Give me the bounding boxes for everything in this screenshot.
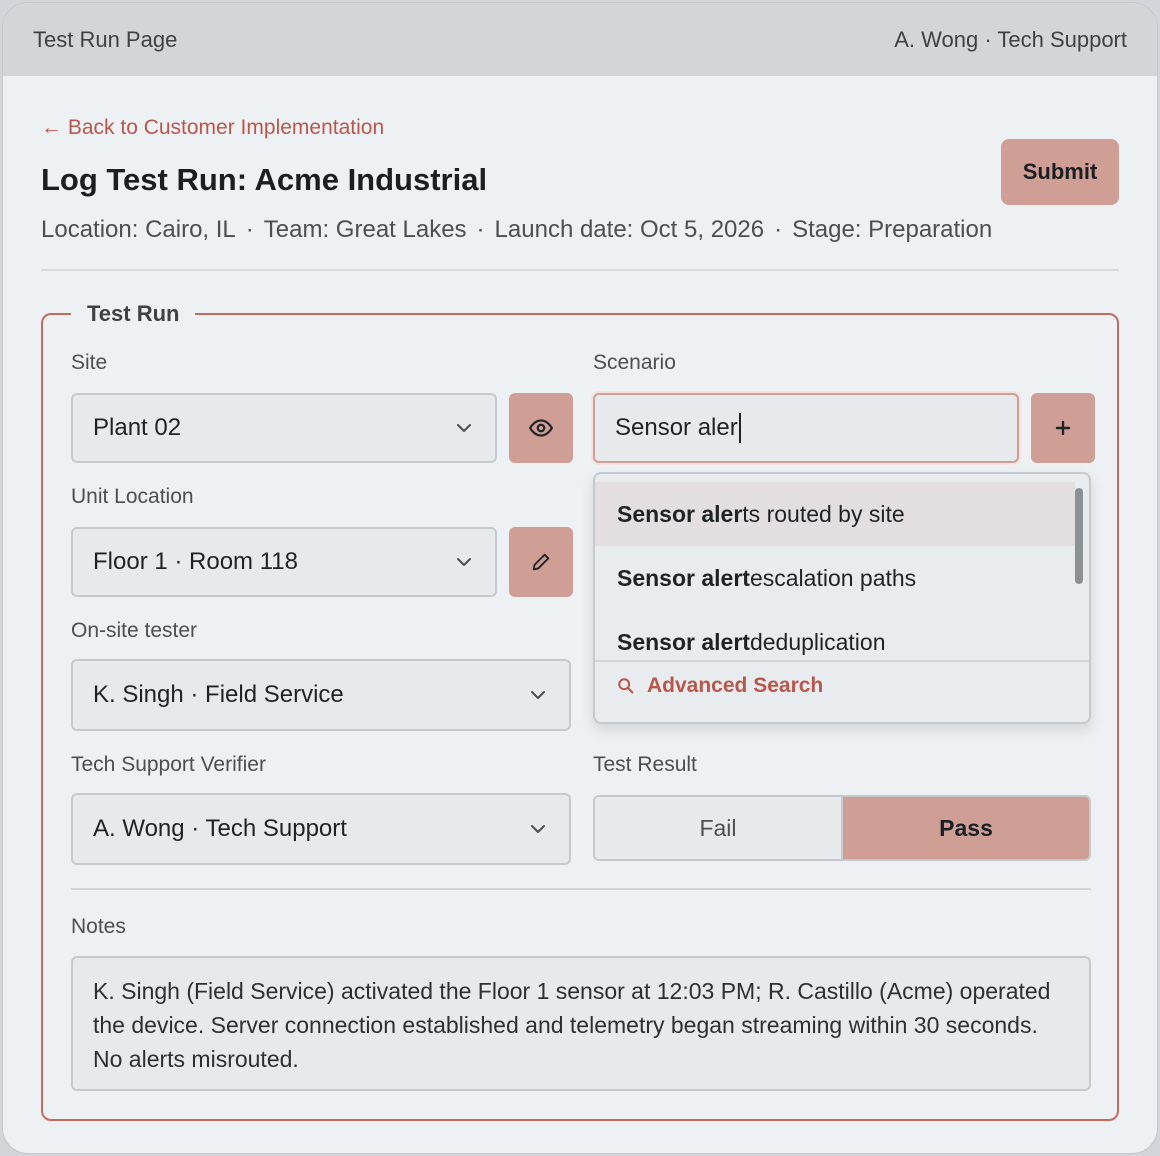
unit-location-select[interactable]: Floor 1 · Room 118 [71, 527, 497, 597]
header-divider [41, 269, 1119, 271]
notes-textarea[interactable]: K. Singh (Field Service) activated the F… [71, 956, 1091, 1091]
page-title: Log Test Run: Acme Industrial [41, 162, 488, 197]
scenario-suggestions: Sensor aler ts routed by site Sensor aler… [593, 472, 1091, 724]
suggestion-item[interactable]: Sensor alert escalation paths [595, 546, 1075, 610]
view-site-button[interactable] [509, 393, 573, 463]
unit-location-value: Floor 1 · Room 118 [93, 548, 298, 575]
plus-icon [1055, 420, 1071, 436]
test-result-label: Test Result [593, 753, 697, 776]
result-fail-option[interactable]: Fail [595, 797, 843, 859]
suggestions-scrollbar[interactable] [1075, 488, 1083, 584]
suggestions-divider [595, 660, 1089, 662]
meta-line: Location: Cairo, IL · Team: Great Lakes · La… [41, 216, 993, 243]
chevron-down-icon [531, 825, 545, 833]
app-window: Test Run Page A. Wong · Tech Support ← B… [2, 2, 1158, 1154]
advanced-search-link[interactable]: Advanced Search [617, 674, 823, 698]
notes-label: Notes [71, 915, 126, 938]
title-bar: Test Run Page A. Wong · Tech Support [3, 3, 1157, 76]
verifier-label: Tech Support Verifier [71, 753, 266, 776]
edit-unit-location-button[interactable] [509, 527, 573, 597]
scenario-value: Sensor aler [615, 414, 738, 441]
suggestion-item[interactable]: Sensor alert deduplication [595, 610, 1075, 674]
fieldset-legend: Test Run [71, 301, 196, 327]
search-icon [618, 678, 634, 694]
verifier-value: A. Wong · Tech Support [93, 815, 347, 842]
site-select[interactable]: Plant 02 [71, 393, 497, 463]
verifier-select[interactable]: A. Wong · Tech Support [71, 793, 571, 865]
tester-value: K. Singh · Field Service [93, 681, 344, 708]
add-scenario-button[interactable] [1031, 393, 1095, 463]
meta-launch-date: Launch date: Oct 5, 2026 [494, 216, 765, 243]
site-label: Site [71, 351, 108, 374]
result-pass-option[interactable]: Pass [843, 797, 1089, 859]
test-run-fieldset: Test Run Site Plant 02 Scenario Sensor a… [41, 301, 1119, 1121]
test-result-toggle: Fail Pass [593, 795, 1091, 861]
meta-stage: Stage: Preparation [792, 216, 993, 243]
meta-team: Team: Great Lakes [263, 216, 467, 243]
window-title: Test Run Page [33, 26, 178, 52]
chevron-down-icon [531, 691, 545, 699]
site-value: Plant 02 [93, 414, 182, 441]
meta-location: Location: Cairo, IL [41, 216, 236, 243]
suggestion-item[interactable]: Sensor aler ts routed by site [595, 482, 1075, 546]
scenario-label: Scenario [593, 351, 676, 374]
chevron-down-icon [457, 424, 471, 432]
text-caret [738, 413, 741, 443]
eye-icon [528, 419, 554, 437]
tester-label: On-site tester [71, 619, 198, 642]
back-link[interactable]: ← Back to Customer Implementation [41, 116, 384, 140]
chevron-down-icon [457, 558, 471, 566]
pencil-icon [532, 553, 550, 571]
unit-location-label: Unit Location [71, 485, 194, 508]
form-divider [71, 888, 1091, 890]
tester-select[interactable]: K. Singh · Field Service [71, 659, 571, 731]
scenario-input[interactable]: Sensor aler [593, 393, 1019, 463]
submit-button[interactable]: Submit [1001, 139, 1119, 205]
current-user: A. Wong · Tech Support [894, 26, 1127, 52]
